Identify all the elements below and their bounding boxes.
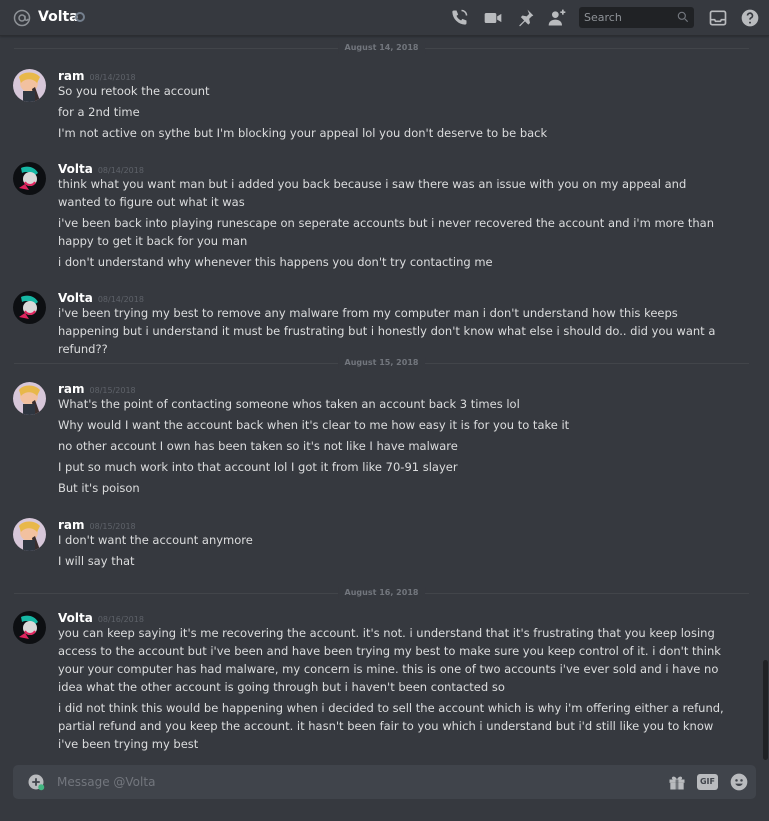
message-composer: GIF bbox=[13, 765, 756, 799]
avatar[interactable] bbox=[13, 69, 46, 102]
date-divider: August 14, 2018 bbox=[14, 42, 749, 54]
avatar[interactable] bbox=[13, 382, 46, 415]
message-text: What's the point of contacting someone w… bbox=[58, 397, 520, 411]
message-text: Why would I want the account back when i… bbox=[58, 418, 570, 432]
message-text: no other account I own has been taken so… bbox=[58, 439, 458, 453]
message-text: I'm not active on sythe but I'm blocking… bbox=[58, 126, 548, 140]
message-text: I will say that bbox=[58, 554, 135, 568]
date-divider-label: August 14, 2018 bbox=[337, 42, 426, 54]
message-text: you can keep saying it's me recovering t… bbox=[58, 626, 721, 694]
author-name: Volta bbox=[58, 162, 93, 176]
search-icon bbox=[677, 11, 689, 23]
author-name: ram bbox=[58, 382, 85, 396]
channel-header: Volta bbox=[0, 0, 769, 36]
message-input[interactable] bbox=[57, 765, 597, 799]
upload-icon[interactable] bbox=[27, 773, 45, 791]
search-input[interactable] bbox=[579, 7, 669, 28]
scrollbar[interactable] bbox=[763, 660, 768, 760]
message-timestamp: 08/15/2018 bbox=[89, 386, 136, 395]
avatar[interactable] bbox=[13, 518, 46, 551]
message-timestamp: 08/14/2018 bbox=[89, 73, 136, 82]
video-icon[interactable] bbox=[483, 8, 503, 28]
message-list[interactable]: August 14, 2018 ram 08/14/2018 So you ret… bbox=[0, 36, 769, 761]
message-timestamp: 08/14/2018 bbox=[97, 166, 144, 175]
author-name: Volta bbox=[58, 291, 93, 305]
pin-icon[interactable] bbox=[515, 8, 535, 28]
gif-icon[interactable]: GIF bbox=[697, 774, 718, 790]
message-text: think what you want man but i added you … bbox=[58, 177, 687, 209]
add-friend-icon[interactable] bbox=[547, 8, 567, 28]
author-name: Volta bbox=[58, 611, 93, 625]
message-text: I put so much work into that account lol… bbox=[58, 460, 458, 474]
date-divider-label: August 15, 2018 bbox=[337, 357, 426, 369]
message-text: I don't want the account anymore bbox=[58, 533, 253, 547]
message-timestamp: 08/15/2018 bbox=[89, 522, 136, 531]
message-text: i don't understand why whenever this hap… bbox=[58, 255, 493, 269]
channel-name: Volta bbox=[38, 9, 79, 25]
author-name: ram bbox=[58, 518, 85, 532]
message-text: i've been trying my best to remove any m… bbox=[58, 306, 716, 356]
help-icon[interactable] bbox=[740, 8, 760, 28]
call-icon[interactable] bbox=[449, 8, 469, 28]
date-divider-label: August 16, 2018 bbox=[337, 587, 426, 599]
gift-icon[interactable] bbox=[667, 772, 687, 792]
status-offline-icon bbox=[75, 12, 85, 22]
avatar[interactable] bbox=[13, 162, 46, 195]
search-box[interactable] bbox=[579, 7, 694, 28]
message-timestamp: 08/14/2018 bbox=[97, 295, 144, 304]
author-name: ram bbox=[58, 69, 85, 83]
at-icon bbox=[13, 9, 31, 27]
message-timestamp: 08/16/2018 bbox=[97, 615, 144, 624]
message-text: i've been back into playing runescape on… bbox=[58, 216, 715, 248]
message-text: for a 2nd time bbox=[58, 105, 140, 119]
emoji-icon[interactable] bbox=[729, 772, 749, 792]
inbox-icon[interactable] bbox=[708, 8, 728, 28]
avatar[interactable] bbox=[13, 291, 46, 324]
date-divider: August 16, 2018 bbox=[14, 587, 749, 599]
date-divider: August 15, 2018 bbox=[14, 357, 749, 369]
message-text: i did not think this would be happening … bbox=[58, 701, 724, 751]
message-text: But it's poison bbox=[58, 481, 140, 495]
message-text: So you retook the account bbox=[58, 84, 210, 98]
avatar[interactable] bbox=[13, 611, 46, 644]
